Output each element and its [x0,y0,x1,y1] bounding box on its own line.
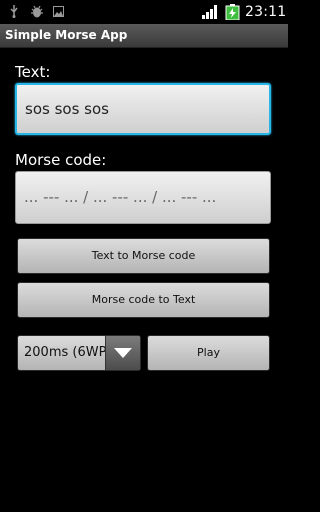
morse-code-input[interactable]: ... --- ... / ... --- ... / ... --- ... [15,171,271,224]
usb-icon [10,5,18,18]
morse-code-input-value: ... --- ... / ... --- ... / ... --- ... [24,188,217,206]
status-clock: 23:11 [245,4,287,20]
title-bar: Simple Morse App [0,24,288,48]
text-input[interactable]: sos sos sos [15,83,271,135]
speed-spinner[interactable]: 200ms (6WPM) [17,335,141,371]
image-icon [53,6,64,17]
chevron-down-icon [114,348,132,358]
signal-icon [202,5,217,19]
app-screen: 23:11 Simple Morse App Text: sos sos sos… [0,0,288,512]
debug-icon [31,5,43,18]
play-button[interactable]: Play [147,335,270,371]
text-to-morse-button[interactable]: Text to Morse code [17,238,270,274]
text-label: Text: [15,63,51,81]
app-title: Simple Morse App [5,28,128,42]
battery-charging-icon [225,4,240,20]
text-input-value: sos sos sos [25,100,109,118]
status-bar: 23:11 [0,0,288,24]
morse-code-label: Morse code: [15,151,107,169]
spinner-dropdown-button[interactable] [105,336,140,370]
morse-to-text-button[interactable]: Morse code to Text [17,282,270,318]
speed-spinner-value: 200ms (6WPM) [24,345,106,360]
